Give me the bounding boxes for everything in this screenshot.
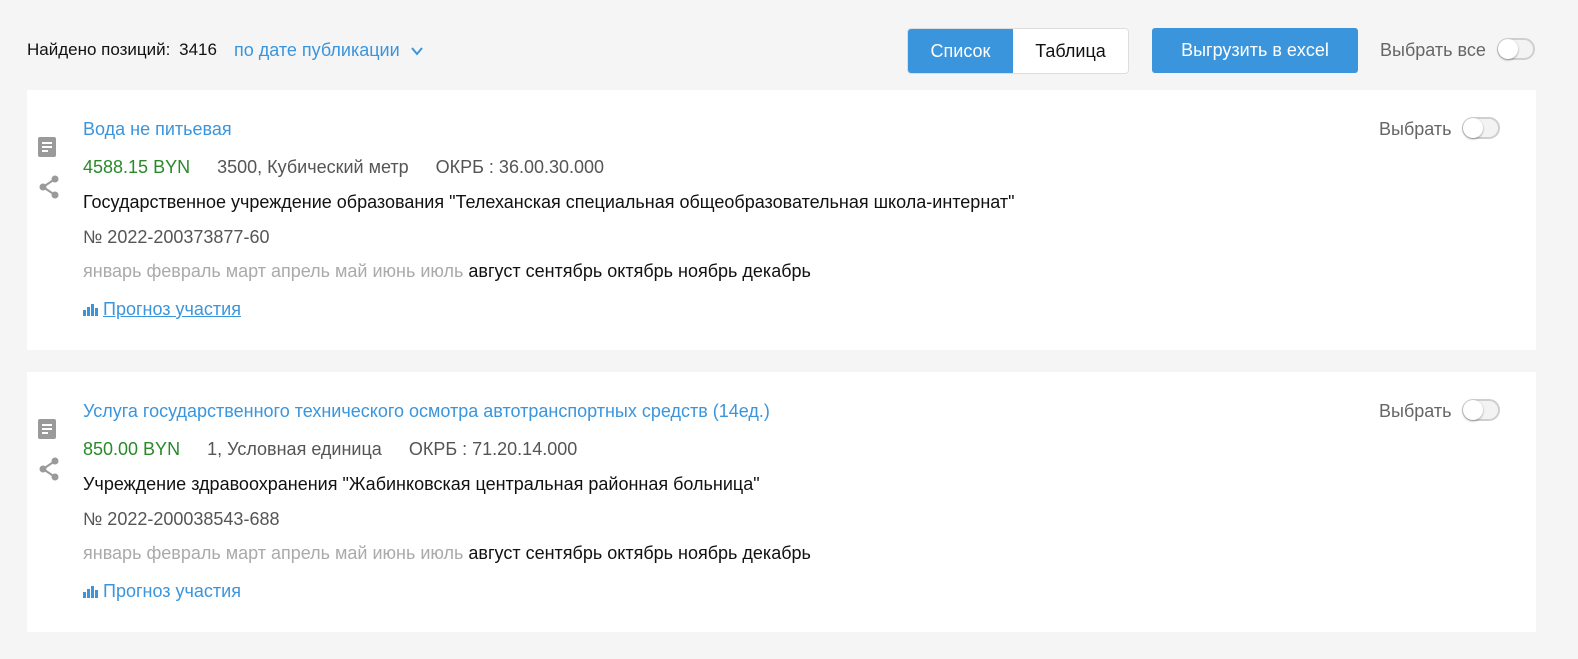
tender-meta: 4588.15 BYN 3500, Кубический метр ОКРБ :… <box>83 157 604 178</box>
forecast-link[interactable]: Прогноз участия <box>83 299 241 320</box>
tender-price: 4588.15 BYN <box>83 157 191 177</box>
results-toolbar: Найдено позиций: 3416 по дате публикации… <box>0 0 1578 90</box>
tender-okrb: ОКРБ : 71.20.14.000 <box>408 439 578 459</box>
tender-number: № 2022-200373877-60 <box>83 227 270 247</box>
bar-chart-icon <box>83 586 98 598</box>
tender-quantity: 3500, Кубический метр <box>217 157 409 177</box>
tender-number: № 2022-200038543-688 <box>83 509 280 529</box>
card-side-icons <box>37 136 61 200</box>
select-item-toggle[interactable] <box>1462 117 1500 139</box>
toggle-knob <box>1463 400 1483 420</box>
select-label: Выбрать <box>1379 401 1452 421</box>
view-table-button[interactable]: Таблица <box>1013 29 1128 73</box>
forecast-label: Прогноз участия <box>103 299 241 319</box>
tender-price: 850.00 BYN <box>83 439 181 459</box>
months-active: август сентябрь октябрь ноябрь декабрь <box>468 543 811 563</box>
forecast-label: Прогноз участия <box>103 581 241 601</box>
export-excel-button[interactable]: Выгрузить в excel <box>1152 28 1358 73</box>
found-count: 3416 <box>179 40 217 59</box>
select-label: Выбрать <box>1379 119 1452 139</box>
card-side-icons <box>37 418 61 482</box>
tender-title-link[interactable]: Услуга государственного технического осм… <box>83 401 770 422</box>
tender-okrb: ОКРБ : 36.00.30.000 <box>435 157 605 177</box>
document-icon[interactable] <box>37 136 57 158</box>
view-list-button[interactable]: Список <box>908 29 1013 73</box>
months-inactive: январь февраль март апрель май июнь июль <box>83 261 464 281</box>
bar-chart-icon <box>83 304 98 316</box>
select-all-label: Выбрать все <box>1380 40 1486 60</box>
document-icon[interactable] <box>37 418 57 440</box>
months-active: август сентябрь октябрь ноябрь декабрь <box>468 261 811 281</box>
tender-months: январь февраль март апрель май июнь июль… <box>83 543 811 564</box>
toggle-knob <box>1498 39 1518 59</box>
sort-dropdown[interactable]: по дате публикации <box>234 40 424 61</box>
months-inactive: январь февраль март апрель май июнь июль <box>83 543 464 563</box>
tender-card: Вода не питьевая Выбрать 4588.15 BYN 350… <box>27 90 1536 350</box>
sort-label: по дате публикации <box>234 40 400 60</box>
tender-months: январь февраль март апрель май июнь июль… <box>83 261 811 282</box>
forecast-link[interactable]: Прогноз участия <box>83 581 241 602</box>
tender-quantity: 1, Условная единица <box>207 439 382 459</box>
tender-meta: 850.00 BYN 1, Условная единица ОКРБ : 71… <box>83 439 577 460</box>
select-all-toggle[interactable] <box>1497 38 1535 60</box>
tender-title-link[interactable]: Вода не питьевая <box>83 119 232 140</box>
tender-organization: Государственное учреждение образования "… <box>83 192 1015 212</box>
toggle-knob <box>1463 118 1483 138</box>
share-icon[interactable] <box>37 174 61 200</box>
found-label: Найдено позиций: <box>27 40 171 59</box>
share-icon[interactable] <box>37 456 61 482</box>
chevron-down-icon <box>410 46 423 56</box>
select-item-toggle[interactable] <box>1462 399 1500 421</box>
view-mode-toggle: Список Таблица <box>907 28 1129 74</box>
results-count: Найдено позиций: 3416 <box>27 40 217 60</box>
tender-organization: Учреждение здравоохранения "Жабинковская… <box>83 474 760 494</box>
tender-card: Услуга государственного технического осм… <box>27 372 1536 632</box>
